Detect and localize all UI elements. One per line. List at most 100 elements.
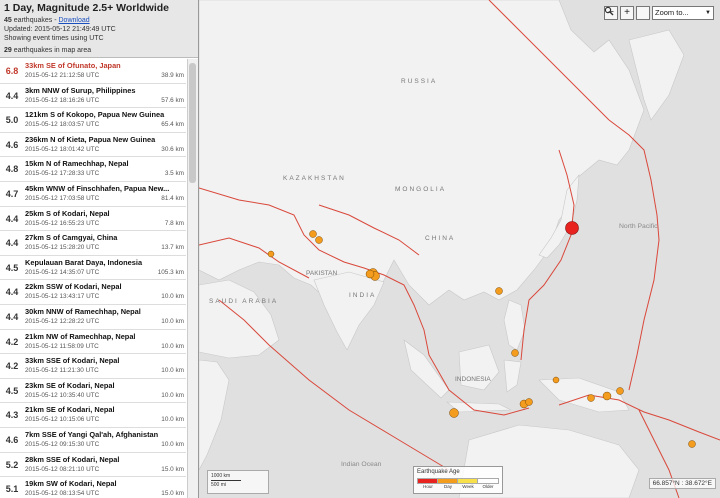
download-link[interactable]: Download [59,17,90,24]
eq-place: 21km SE of Kodari, Nepal [25,405,115,415]
magnifier-icon[interactable] [604,6,650,20]
list-item[interactable]: 4.4 27km S of Camgyai, China 2015-05-12 15… [0,231,186,256]
in-area-count: 29 [4,47,12,54]
sidebar-scrollbar[interactable] [187,59,198,498]
eq-magnitude: 4.5 [5,262,19,273]
map-canvas[interactable] [199,0,720,498]
quake-marker-png-4[interactable] [688,440,696,448]
eq-depth: 38.9 km [161,72,184,79]
quake-marker-indonesia-1[interactable] [449,408,459,418]
eq-depth: 10.0 km [161,342,184,350]
sidebar: 1 Day, Magnitude 2.5+ Worldwide 45 earth… [0,0,199,498]
eq-time: 2015-05-12 16:55:23 UTC [25,219,100,227]
quake-marker-china[interactable] [495,287,503,295]
quake-marker-afghanistan-2[interactable] [315,236,323,244]
eq-time: 2015-05-12 09:15:30 UTC [25,440,100,448]
zoom-to-select[interactable]: Zoom to... ▼ [652,6,714,20]
eq-depth: 15.0 km [161,465,184,473]
quake-marker-afghanistan-1[interactable] [309,230,317,238]
eq-place: 3km NNW of Surup, Philippines [25,85,136,95]
eq-place: 19km SW of Kodari, Nepal [25,479,117,489]
legend-label: Day [443,484,452,489]
quake-marker-pakistan[interactable] [267,250,275,258]
eq-depth: 10.0 km [161,416,184,424]
eq-place: Kepulauan Barat Daya, Indonesia [25,257,143,267]
label-pakistan: PAKISTAN [306,270,338,277]
in-area-suffix: earthquakes in map area [11,47,92,54]
list-item[interactable]: 4.3 21km SE of Kodari, Nepal 2015-05-12 10… [0,403,186,428]
cursor-coordinates: 66.857°N : 38.672°E [648,478,716,489]
eq-depth: 30.6 km [161,145,184,153]
eq-magnitude: 4.8 [5,164,19,175]
eq-place: 45km WNW of Finschhafen, Papua New... [25,183,170,193]
quake-marker-philippines[interactable] [511,349,519,357]
list-item[interactable]: 4.8 15km N of Ramechhap, Nepal 2015-05-12 … [0,157,186,182]
eq-magnitude: 4.6 [5,139,19,150]
scrollbar-thumb[interactable] [189,63,196,183]
quake-marker-png-3[interactable] [616,387,624,395]
eq-time: 2015-05-12 08:21:10 UTC [25,465,100,473]
legend-swatch [477,478,499,484]
timezone-note: Showing event times using UTC [4,35,104,42]
eq-magnitude: 5.1 [5,484,19,495]
eq-depth: 3.5 km [164,170,184,178]
quake-marker-nepal-3[interactable] [365,269,375,279]
list-item[interactable]: 4.4 25km S of Kodari, Nepal 2015-05-12 16:… [0,207,186,232]
list-item[interactable]: 4.4 3km NNW of Surup, Philippines 2015-05-… [0,84,186,109]
quake-marker-png-2[interactable] [602,391,612,401]
quake-marker-png-1[interactable] [587,394,595,402]
eq-place: 21km NW of Ramechhap, Nepal [25,331,136,341]
list-item[interactable]: 4.5 23km SE of Kodari, Nepal 2015-05-12 10… [0,379,186,404]
eq-magnitude: 4.4 [5,287,19,298]
quake-marker-banda[interactable] [552,376,560,384]
earthquake-map-app: 1 Day, Magnitude 2.5+ Worldwide 45 earth… [0,0,720,498]
list-item[interactable]: 4.4 22km SSW of Kodari, Nepal 2015-05-12 1… [0,280,186,305]
earthquake-age-legend: Earthquake Age Hour Day Week Older [413,466,503,494]
legend-title: Earthquake Age [417,469,460,475]
list-item[interactable]: 4.2 33km SSE of Kodari, Nepal 2015-05-12 1… [0,354,186,379]
scale-km: 1000 km [211,473,231,479]
quake-marker-indonesia-3[interactable] [525,398,533,406]
eq-magnitude: 4.7 [5,188,19,199]
earthquake-count-suffix: earthquakes - [11,17,59,24]
zoom-to-select-value: Zoom to... [655,8,689,17]
list-item[interactable]: 5.2 28km SSE of Kodari, Nepal 2015-05-12 0… [0,453,186,478]
list-item[interactable]: 5.0 121km S of Kokopo, Papua New Guinea 20… [0,108,186,133]
eq-time: 2015-05-12 12:28:22 UTC [25,317,100,325]
eq-time: 2015-05-12 11:21:30 UTC [25,367,99,375]
earthquake-count: 45 [4,17,12,24]
list-item[interactable]: 6.8 33km SE of Ofunato, Japan 2015-05-12 2… [0,59,186,84]
label-russia: RUSSIA [401,78,438,85]
eq-magnitude: 4.3 [5,410,19,421]
earthquake-count-line: 45 earthquakes - Download [4,16,194,25]
eq-place: 121km S of Kokopo, Papua New Guinea [25,110,165,120]
label-india: INDIA [349,292,377,299]
eq-magnitude: 5.2 [5,459,19,470]
eq-time: 2015-05-12 17:28:33 UTC [25,170,100,178]
eq-place: 23km SE of Kodari, Nepal [25,380,115,390]
list-item[interactable]: 4.4 30km NNW of Ramechhap, Nepal 2015-05-1… [0,305,186,330]
list-item[interactable]: 4.6 236km N of Kieta, Papua New Guinea 201… [0,133,186,158]
sidebar-header: 1 Day, Magnitude 2.5+ Worldwide 45 earth… [0,0,198,58]
eq-place: 28km SSE of Kodari, Nepal [25,454,120,464]
legend-label: Hour [423,484,433,489]
eq-time: 2015-05-12 15:28:20 UTC [25,244,100,252]
zoom-in-button[interactable]: + [620,6,634,20]
eq-magnitude: 4.2 [5,361,19,372]
eq-depth: 10.0 km [161,367,184,375]
legend-swatch [417,478,439,484]
list-item[interactable]: 5.1 19km SW of Kodari, Nepal 2015-05-12 08… [0,477,186,498]
eq-place: 27km S of Camgyai, China [25,233,118,243]
map-view[interactable]: RUSSIA KAZAKHSTAN MONGOLIA CHINA PAKISTA… [199,0,720,498]
list-item[interactable]: 4.5 Kepulauan Barat Daya, Indonesia 2015-0… [0,256,186,281]
zoom-controls: − + Zoom to... ▼ [604,6,714,20]
scale-line [211,480,241,481]
list-item[interactable]: 4.2 21km NW of Ramechhap, Nepal 2015-05-12… [0,330,186,355]
eq-time: 2015-05-12 17:03:58 UTC [25,194,100,202]
eq-place: 22km SSW of Kodari, Nepal [25,282,122,292]
legend-color-bars [417,478,499,484]
list-item[interactable]: 4.7 45km WNW of Finschhafen, Papua New...… [0,182,186,207]
eq-magnitude: 4.4 [5,238,19,249]
list-item[interactable]: 4.6 7km SSE of Yangi Qal'ah, Afghanistan 2… [0,428,186,453]
quake-marker-ofunato[interactable] [565,221,579,235]
